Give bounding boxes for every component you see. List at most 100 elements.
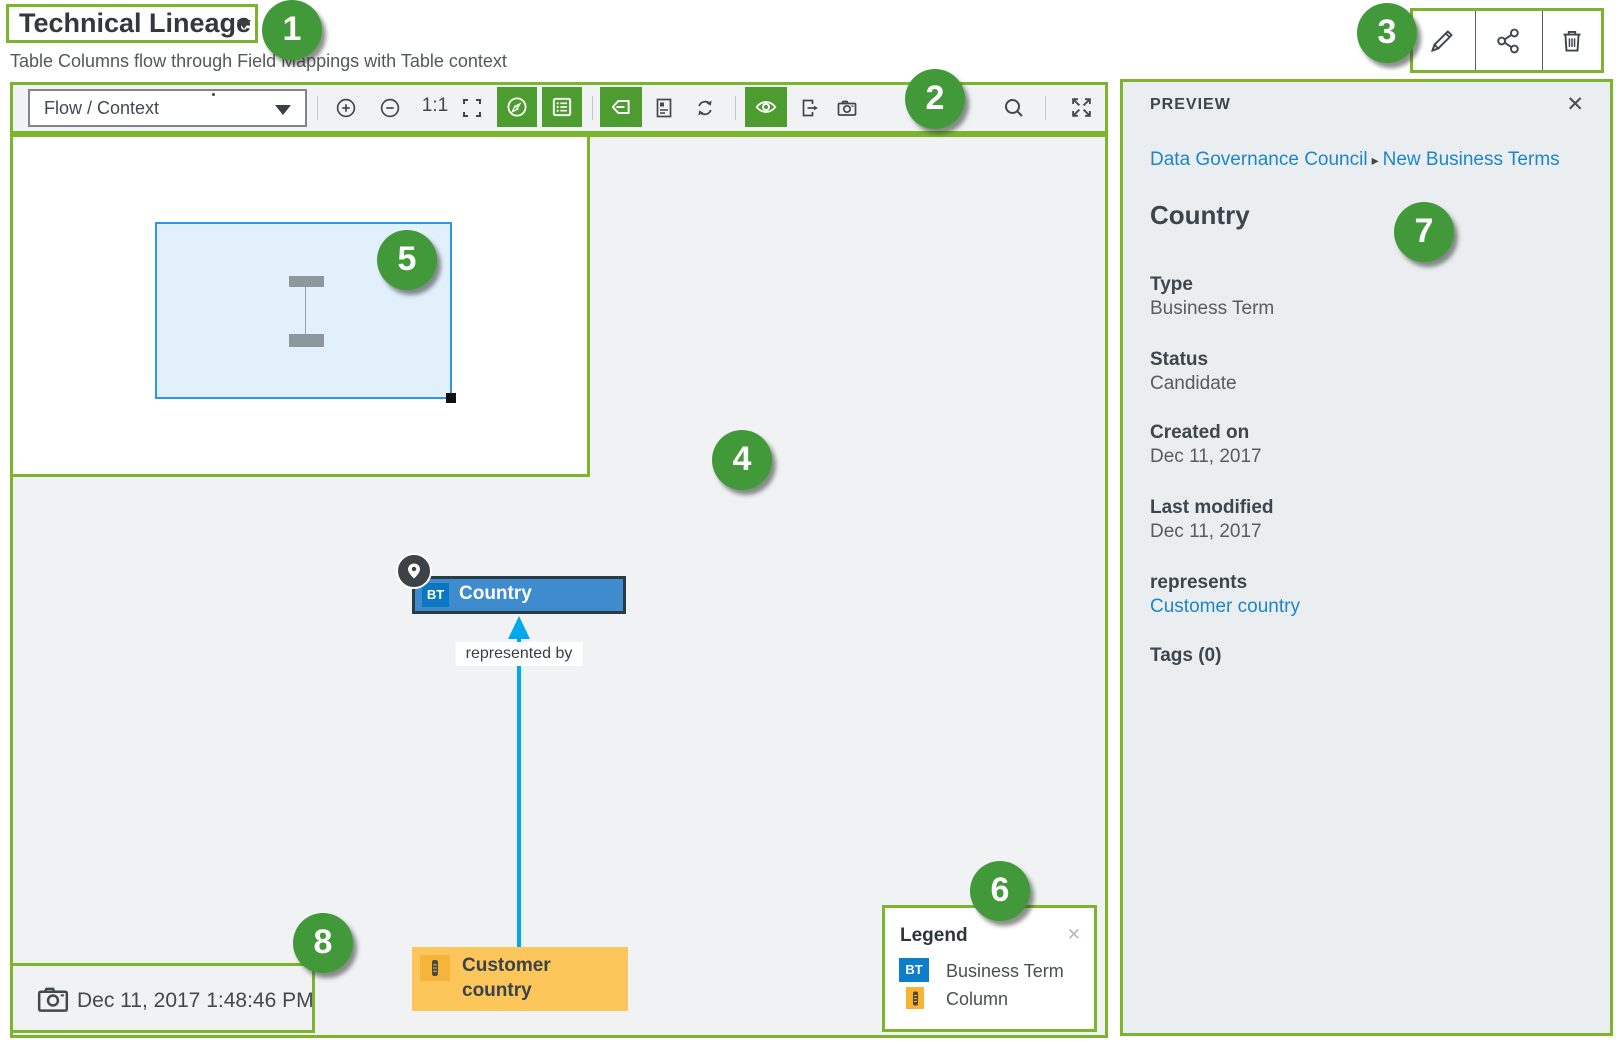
field-created-on: Created on Dec 11, 2017 — [1150, 421, 1580, 469]
legend-item-label: Column — [946, 989, 1008, 1010]
refresh-button[interactable] — [694, 97, 716, 119]
trash-icon — [1556, 25, 1588, 57]
tags-toggle-button[interactable] — [600, 87, 642, 127]
share-icon — [1492, 25, 1524, 57]
field-label: Status — [1150, 348, 1580, 372]
snapshot-timestamp: Dec 11, 2017 1:48:46 PM — [77, 989, 314, 1013]
column-badge — [420, 955, 450, 981]
breadcrumb-separator-icon: ▸ — [1368, 152, 1383, 168]
minimap-node — [289, 276, 324, 287]
divider — [1045, 96, 1046, 120]
legend-box: Legend ✕ BT Business Term Column — [882, 905, 1097, 1032]
zoom-in-button[interactable] — [335, 97, 357, 119]
divider — [1475, 11, 1476, 70]
divider — [592, 96, 593, 120]
field-label: represents — [1150, 571, 1580, 595]
fit-to-screen-button[interactable] — [461, 97, 483, 119]
asset-title: Country — [1150, 200, 1250, 231]
business-term-badge: BT — [899, 958, 929, 982]
overview-toggle-button[interactable] — [497, 87, 537, 127]
compass-icon — [505, 95, 529, 119]
camera-icon — [836, 97, 858, 119]
field-type: Type Business Term — [1150, 273, 1580, 321]
visibility-toggle-button[interactable] — [745, 87, 787, 127]
cursor-dot — [212, 93, 215, 96]
asset-action-bar — [1410, 8, 1604, 73]
view-mode-select[interactable]: Flow / Context — [28, 89, 307, 127]
location-pin-icon — [396, 553, 432, 589]
refresh-icon — [694, 97, 716, 119]
annotation-8: 8 — [293, 913, 353, 973]
annotation-5: 5 — [377, 230, 437, 290]
column-icon — [428, 958, 442, 978]
page-subtitle: Table Columns flow through Field Mapping… — [10, 51, 507, 72]
node-label: Country — [459, 583, 532, 605]
edit-button[interactable] — [1426, 25, 1458, 57]
page-title[interactable]: Technical Lineage — [19, 8, 251, 39]
snapshot-timestamp-box: Dec 11, 2017 1:48:46 PM — [10, 963, 315, 1033]
field-value: Business Term — [1150, 297, 1580, 321]
minimap-edge — [305, 287, 306, 334]
field-represents: represents Customer country — [1150, 571, 1580, 619]
zoom-out-button[interactable] — [379, 97, 401, 119]
annotation-1: 1 — [262, 0, 322, 60]
divider — [735, 96, 736, 120]
edge-label: represented by — [456, 642, 583, 666]
camera-icon — [37, 985, 69, 1013]
field-label: Type — [1150, 273, 1580, 297]
represented-by-edge — [517, 634, 521, 947]
tag-icon — [609, 95, 633, 119]
close-icon[interactable]: ✕ — [1566, 92, 1584, 117]
report-button[interactable] — [653, 97, 675, 119]
field-status: Status Candidate — [1150, 348, 1580, 396]
properties-toggle-button[interactable] — [542, 87, 582, 127]
annotation-7: 7 — [1394, 202, 1454, 262]
breadcrumb-link-domain[interactable]: Data Governance Council — [1150, 149, 1368, 170]
field-last-modified: Last modified Dec 11, 2017 — [1150, 496, 1580, 544]
business-term-badge: BT — [422, 583, 449, 607]
annotation-6: 6 — [970, 861, 1030, 921]
snapshot-button[interactable] — [836, 97, 858, 119]
chevron-down-icon[interactable] — [237, 20, 251, 29]
fit-to-screen-icon — [461, 97, 483, 119]
field-value: Dec 11, 2017 — [1150, 445, 1580, 469]
pencil-icon — [1426, 25, 1458, 57]
technical-lineage-page: Technical Lineage Table Columns flow thr… — [0, 0, 1622, 1045]
export-icon — [799, 97, 821, 119]
field-value: Dec 11, 2017 — [1150, 520, 1580, 544]
actual-size-button[interactable]: 1:1 — [413, 95, 457, 117]
node-country[interactable]: BT Country — [412, 576, 626, 614]
search-button[interactable] — [1003, 97, 1025, 119]
legend-title: Legend — [900, 925, 968, 947]
share-button[interactable] — [1492, 25, 1524, 57]
chevron-down-icon — [275, 105, 291, 115]
column-icon — [910, 990, 921, 1007]
breadcrumb: Data Governance Council▸New Business Ter… — [1150, 146, 1570, 174]
zoom-in-icon — [335, 97, 357, 119]
legend-item-label: Business Term — [946, 961, 1064, 982]
preview-panel: PREVIEW ✕ Data Governance Council▸New Bu… — [1120, 79, 1613, 1036]
field-value-link[interactable]: Customer country — [1150, 595, 1580, 619]
export-button[interactable] — [799, 97, 821, 119]
field-label: Last modified — [1150, 496, 1580, 520]
field-tags: Tags (0) — [1150, 644, 1580, 668]
close-icon[interactable]: ✕ — [1067, 925, 1081, 945]
page-title-box: Technical Lineage — [6, 4, 258, 43]
overview-minimap[interactable] — [10, 134, 590, 477]
search-icon — [1003, 97, 1025, 119]
minimap-resize-handle[interactable] — [446, 393, 456, 403]
node-label: Customer country — [462, 953, 617, 1003]
node-customer-country[interactable]: Customer country — [412, 947, 628, 1011]
breadcrumb-link-community[interactable]: New Business Terms — [1383, 149, 1560, 170]
column-badge — [906, 987, 924, 1009]
preview-panel-title: PREVIEW — [1150, 96, 1231, 114]
zoom-out-icon — [379, 97, 401, 119]
fullscreen-button[interactable] — [1070, 96, 1092, 118]
delete-button[interactable] — [1556, 25, 1588, 57]
divider — [317, 96, 318, 120]
annotation-2: 2 — [905, 69, 965, 129]
view-mode-value: Flow / Context — [44, 98, 159, 118]
annotation-4: 4 — [712, 430, 772, 490]
fullscreen-icon — [1070, 96, 1093, 119]
field-label: Created on — [1150, 421, 1580, 445]
